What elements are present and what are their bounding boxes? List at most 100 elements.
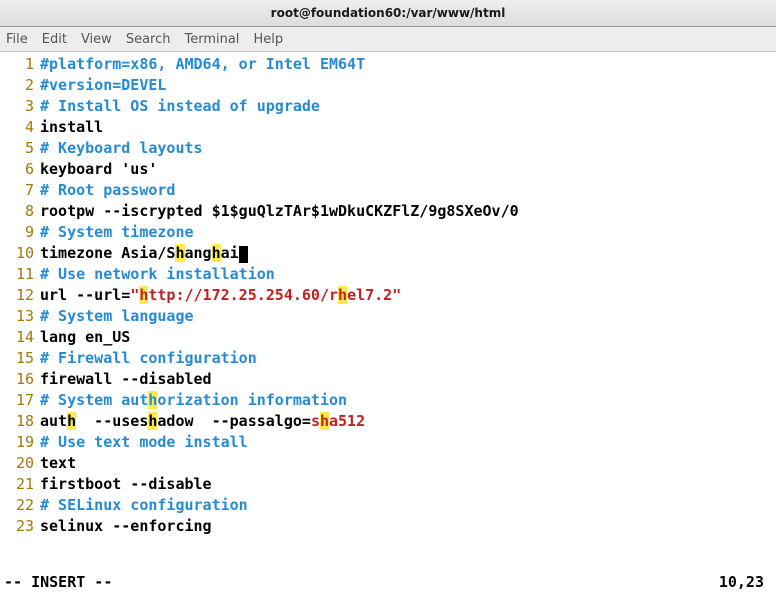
line-number: 23	[0, 516, 40, 537]
code-token: aut	[40, 412, 67, 430]
editor-line: 3# Install OS instead of upgrade	[0, 96, 776, 117]
code-token: firewall --disabled	[40, 370, 212, 388]
line-code: # Root password	[40, 180, 776, 201]
line-number: 11	[0, 264, 40, 285]
code-token: text	[40, 454, 76, 472]
line-number: 16	[0, 369, 40, 390]
editor-line: 23selinux --enforcing	[0, 516, 776, 537]
line-code: # System timezone	[40, 222, 776, 243]
text-editor-area[interactable]: 1#platform=x86, AMD64, or Intel EM64T2#v…	[0, 52, 776, 573]
line-code: install	[40, 117, 776, 138]
editor-line: 13# System language	[0, 306, 776, 327]
code-token: #platform=x86, AMD64, or Intel EM64T	[40, 55, 365, 73]
line-code: # Use text mode install	[40, 432, 776, 453]
menu-edit[interactable]: Edit	[42, 32, 67, 47]
window-title: root@foundation60:/var/www/html	[271, 6, 506, 20]
editor-line: 10timezone Asia/Shanghai	[0, 243, 776, 264]
line-code: timezone Asia/Shanghai	[40, 243, 776, 264]
code-token: ai	[221, 244, 239, 262]
code-token: # Use text mode install	[40, 433, 248, 451]
line-code: lang en_US	[40, 327, 776, 348]
editor-line: 16firewall --disabled	[0, 369, 776, 390]
line-code: url --url="http://172.25.254.60/rhel7.2"	[40, 285, 776, 306]
editor-line: 1#platform=x86, AMD64, or Intel EM64T	[0, 54, 776, 75]
code-token: ttp://172.25.254.60/r	[148, 286, 338, 304]
editor-line: 2#version=DEVEL	[0, 75, 776, 96]
code-token: # SELinux configuration	[40, 496, 248, 514]
line-number: 8	[0, 201, 40, 222]
code-token: url --url=	[40, 286, 130, 304]
line-number: 12	[0, 285, 40, 306]
code-token: s	[311, 412, 320, 430]
code-token: # System aut	[40, 391, 148, 409]
editor-line: 8rootpw --iscrypted $1$guQlzTAr$1wDkuCKZ…	[0, 201, 776, 222]
code-token: # Root password	[40, 181, 175, 199]
menu-terminal[interactable]: Terminal	[184, 32, 239, 47]
menu-search[interactable]: Search	[126, 32, 171, 47]
line-number: 9	[0, 222, 40, 243]
editor-line: 9# System timezone	[0, 222, 776, 243]
menu-file[interactable]: File	[6, 32, 28, 47]
code-token: # Install OS instead of upgrade	[40, 97, 320, 115]
code-token: # Use network installation	[40, 265, 275, 283]
code-token: h	[175, 244, 184, 262]
code-token: h	[212, 244, 221, 262]
code-token: a512	[329, 412, 365, 430]
code-token: install	[40, 118, 103, 136]
code-token: h	[320, 412, 329, 430]
line-number: 19	[0, 432, 40, 453]
line-code: #version=DEVEL	[40, 75, 776, 96]
code-token: ang	[185, 244, 212, 262]
line-number: 20	[0, 453, 40, 474]
line-code: # Keyboard layouts	[40, 138, 776, 159]
editor-line: 12url --url="http://172.25.254.60/rhel7.…	[0, 285, 776, 306]
code-token: # System timezone	[40, 223, 194, 241]
line-code: # Firewall configuration	[40, 348, 776, 369]
line-number: 22	[0, 495, 40, 516]
line-number: 7	[0, 180, 40, 201]
line-number: 17	[0, 390, 40, 411]
line-code: firewall --disabled	[40, 369, 776, 390]
line-code: selinux --enforcing	[40, 516, 776, 537]
code-token: selinux --enforcing	[40, 517, 212, 535]
vim-mode: -- INSERT --	[4, 573, 112, 594]
vim-status-bar: -- INSERT -- 10,23	[0, 573, 776, 596]
editor-line: 17# System authorization information	[0, 390, 776, 411]
editor-line: 22# SELinux configuration	[0, 495, 776, 516]
line-number: 4	[0, 117, 40, 138]
editor-line: 19# Use text mode install	[0, 432, 776, 453]
code-token: orization information	[157, 391, 347, 409]
line-number: 1	[0, 54, 40, 75]
line-code: rootpw --iscrypted $1$guQlzTAr$1wDkuCKZF…	[40, 201, 776, 222]
editor-line: 14lang en_US	[0, 327, 776, 348]
line-number: 6	[0, 159, 40, 180]
cursor-position: 10,23	[719, 573, 764, 594]
line-number: 18	[0, 411, 40, 432]
editor-line: 7# Root password	[0, 180, 776, 201]
line-code: # Use network installation	[40, 264, 776, 285]
code-token: lang en_US	[40, 328, 130, 346]
line-code: auth --useshadow --passalgo=sha512	[40, 411, 776, 432]
code-token: # Keyboard layouts	[40, 139, 203, 157]
code-token: timezone Asia/S	[40, 244, 175, 262]
line-number: 21	[0, 474, 40, 495]
line-number: 2	[0, 75, 40, 96]
menubar: File Edit View Search Terminal Help	[0, 27, 776, 52]
line-number: 13	[0, 306, 40, 327]
code-token: --uses	[76, 412, 148, 430]
code-token: h	[338, 286, 347, 304]
editor-line: 18auth --useshadow --passalgo=sha512	[0, 411, 776, 432]
code-token: # Firewall configuration	[40, 349, 257, 367]
code-token: adow --passalgo=	[157, 412, 311, 430]
line-code: #platform=x86, AMD64, or Intel EM64T	[40, 54, 776, 75]
line-code: firstboot --disable	[40, 474, 776, 495]
code-token: el7.2"	[347, 286, 401, 304]
menu-help[interactable]: Help	[253, 32, 283, 47]
code-token: h	[67, 412, 76, 430]
window-titlebar: root@foundation60:/var/www/html	[0, 0, 776, 27]
menu-view[interactable]: View	[81, 32, 112, 47]
editor-line: 11# Use network installation	[0, 264, 776, 285]
code-token: "	[130, 286, 139, 304]
code-token: rootpw --iscrypted $1$guQlzTAr$1wDkuCKZF…	[40, 202, 519, 220]
editor-line: 5# Keyboard layouts	[0, 138, 776, 159]
